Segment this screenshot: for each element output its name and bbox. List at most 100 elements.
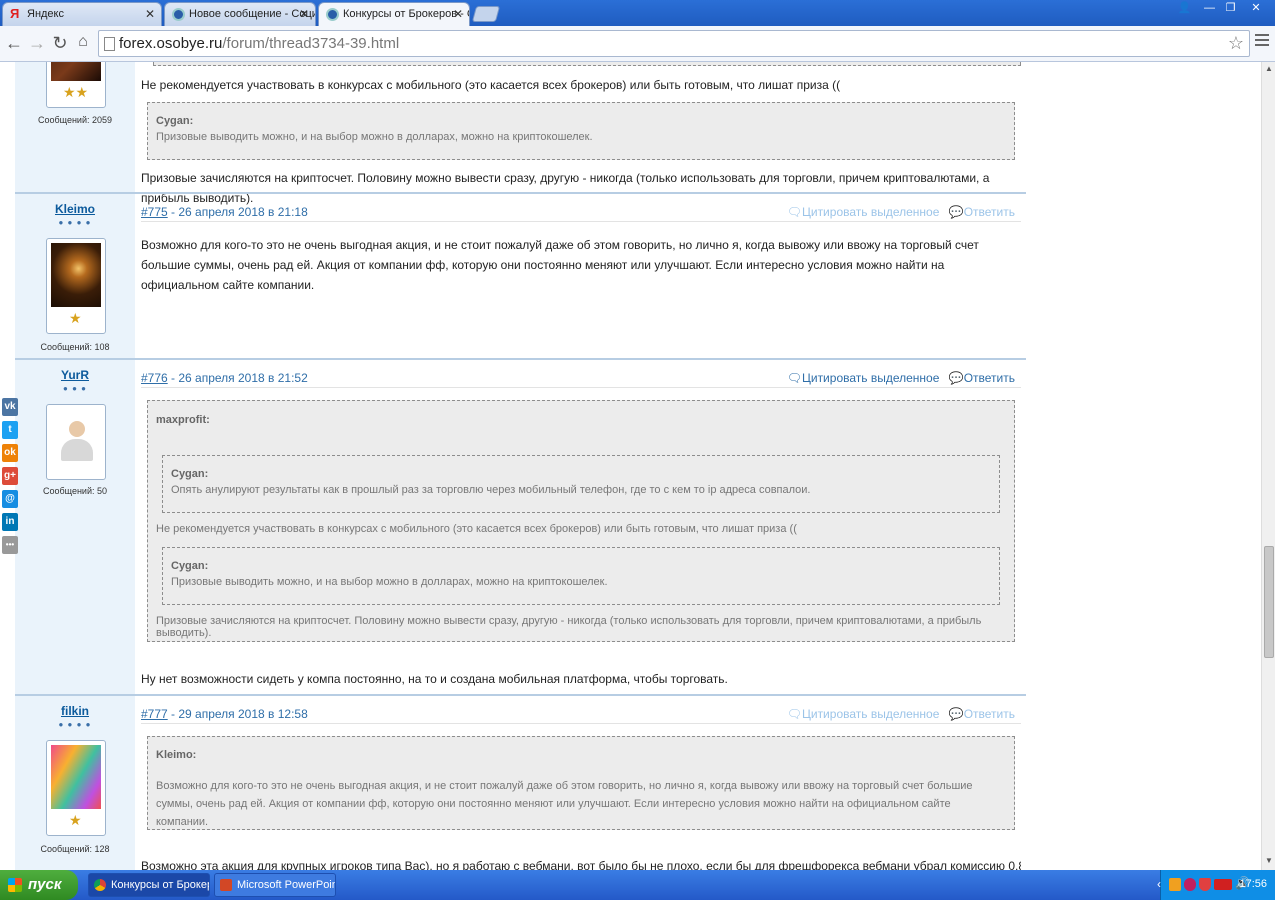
url-host: forex.osobye.ru [119, 35, 223, 52]
rank-dots: ● ● ● [63, 384, 87, 393]
yandex-icon: Я [10, 6, 20, 21]
url-path: /forum/thread3734-39.html [222, 35, 400, 52]
avatar[interactable] [46, 404, 106, 480]
quote-selected-button[interactable]: 🗨Цитировать выделенное [787, 707, 940, 721]
post-actions: 🗨Цитировать выделенное 💬Ответить [781, 371, 1015, 385]
close-icon[interactable]: ✕ [299, 7, 309, 21]
nested-quote-block: Cygan: Опять анулируют результаты как в … [162, 455, 1000, 513]
message-count: Сообщений: 108 [40, 342, 110, 352]
chrome-icon [94, 879, 106, 891]
star-icon: ★ [69, 310, 82, 326]
post-number-link[interactable]: #777 [141, 707, 168, 721]
post-text: Не рекомендуется участвовать в конкурсах… [141, 78, 841, 92]
tray-app-icon[interactable] [1184, 878, 1196, 891]
star-icon: ★★ [63, 84, 89, 100]
minimize-button[interactable]: — [1198, 1, 1221, 17]
username[interactable]: Kleimo [15, 202, 135, 216]
quote-selected-label: Цитировать выделенное [801, 371, 940, 385]
reply-label: Ответить [963, 371, 1015, 385]
quote-block: maxprofit: Cygan: Опять анулируют резуль… [147, 400, 1015, 642]
menu-icon[interactable] [1255, 34, 1269, 49]
ok-share-icon[interactable]: ok [2, 444, 18, 462]
close-icon[interactable]: ✕ [145, 7, 155, 21]
quote-author: Cygan: [156, 115, 194, 127]
windows-logo-icon [8, 878, 22, 892]
start-button[interactable]: пуск [0, 870, 78, 900]
forward-button[interactable]: → [26, 33, 48, 54]
address-bar[interactable]: forex.osobye.ru/forum/thread3734-39.html… [98, 30, 1250, 57]
tab-title: Яндекс [27, 8, 64, 20]
twitter-share-icon[interactable]: t [2, 421, 18, 439]
bookmark-star-icon[interactable]: ☆ [1228, 33, 1244, 54]
quote-text: Призовые выводить можно, и на выбор можн… [171, 576, 608, 588]
quote-block: Cygan: Призовые выводить можно, и на выб… [147, 102, 1015, 160]
vk-share-icon[interactable]: vk [2, 398, 18, 416]
post-number-link[interactable]: #775 [141, 205, 168, 219]
close-icon[interactable]: ✕ [453, 7, 463, 21]
avatar-image [51, 243, 101, 307]
user-icon[interactable]: 👤 [1173, 1, 1196, 17]
avatar[interactable]: ★★ [46, 62, 106, 108]
windows-taskbar: пуск Конкурсы от Брокер... Microsoft Pow… [0, 870, 1275, 900]
reply-button[interactable]: 💬Ответить [949, 205, 1015, 219]
browser-toolbar: ← → ↻ ⌂ forex.osobye.ru/forum/thread3734… [0, 26, 1275, 62]
avatar[interactable]: ★ [46, 740, 106, 836]
tab-new-message[interactable]: Новое сообщение - Социал ✕ [164, 2, 316, 26]
more-share-icon[interactable]: ••• [2, 536, 18, 554]
taskbar-item-chrome[interactable]: Конкурсы от Брокер... [88, 873, 210, 897]
tray-shield-icon[interactable] [1199, 878, 1211, 891]
tab-contests[interactable]: Конкурсы от Брокеров - Со ✕ [318, 2, 470, 26]
scrollbar-thumb[interactable] [1264, 546, 1274, 658]
taskbar-item-label: Конкурсы от Брокер... [111, 879, 209, 891]
reply-button[interactable]: 💬Ответить [949, 707, 1015, 721]
default-avatar-body [61, 439, 93, 461]
post-header: #776 - 26 апреля 2018 в 21:52 🗨Цитироват… [141, 368, 1021, 388]
default-avatar-icon [69, 421, 85, 437]
tab-title: Конкурсы от Брокеров - Со [343, 8, 470, 20]
close-window-button[interactable]: ✕ [1242, 1, 1270, 17]
back-button[interactable]: ← [3, 33, 25, 54]
post-number-link[interactable]: #776 [141, 371, 168, 385]
clock: 17:56 [1239, 878, 1267, 890]
quote-block: Kleimo: Возможно для кого-то это не очен… [147, 736, 1015, 830]
taskbar-item-label: Microsoft PowerPoint ... [237, 879, 336, 891]
post-actions: 🗨Цитировать выделенное 💬Ответить [781, 205, 1015, 219]
avatar[interactable]: ★ [46, 238, 106, 334]
new-tab-button[interactable] [471, 6, 501, 22]
post-date: - 26 апреля 2018 в 21:52 [167, 371, 308, 385]
quote-tail [153, 62, 1021, 66]
googleplus-share-icon[interactable]: g+ [2, 467, 18, 485]
quote-selected-button[interactable]: 🗨Цитировать выделенное [787, 371, 940, 385]
reply-button[interactable]: 💬Ответить [949, 371, 1015, 385]
mail-share-icon[interactable]: @ [2, 490, 18, 508]
post-date: - 29 апреля 2018 в 12:58 [167, 707, 308, 721]
tray-expand-icon[interactable]: ‹ [1157, 877, 1161, 891]
username[interactable]: filkin [15, 704, 135, 718]
username[interactable]: YurR [15, 368, 135, 382]
scroll-down-arrow[interactable]: ▼ [1265, 856, 1273, 865]
post-header: #775 - 26 апреля 2018 в 21:18 🗨Цитироват… [141, 202, 1021, 222]
reload-button[interactable]: ↻ [49, 33, 71, 54]
quote-selected-button[interactable]: 🗨Цитировать выделенное [787, 205, 940, 219]
scroll-up-arrow[interactable]: ▲ [1265, 64, 1273, 73]
browser-tabstrip: Я Яндекс ✕ Новое сообщение - Социал ✕ Ко… [0, 0, 1275, 26]
vertical-scrollbar[interactable]: ▲ ▼ [1261, 62, 1275, 870]
quote-text: Призовые выводить можно, и на выбор можн… [156, 131, 593, 143]
tray-antivirus-icon[interactable] [1214, 879, 1232, 890]
taskbar-item-powerpoint[interactable]: Microsoft PowerPoint ... [214, 873, 336, 897]
tray-app-icon[interactable] [1169, 878, 1181, 891]
quote-text: Опять анулируют результаты как в прошлый… [171, 484, 811, 496]
tab-yandex[interactable]: Я Яндекс ✕ [2, 2, 162, 26]
home-button[interactable]: ⌂ [72, 33, 94, 51]
rank-dots: ● ● ● ● [58, 218, 92, 227]
post-777: filkin ● ● ● ● ★ Сообщений: 128 #777 - 2… [15, 696, 1026, 870]
reply-label: Ответить [963, 205, 1015, 219]
page-viewport: ★★ Сообщений: 2059 Не рекомендуется учас… [0, 62, 1261, 870]
site-icon [172, 8, 185, 21]
reply-label: Ответить [963, 707, 1015, 721]
quote-text: Не рекомендуется участвовать в конкурсах… [156, 523, 797, 535]
restore-button[interactable]: ❐ [1219, 1, 1242, 17]
message-count: Сообщений: 128 [40, 844, 110, 854]
post-date: - 26 апреля 2018 в 21:18 [167, 205, 308, 219]
linkedin-share-icon[interactable]: in [2, 513, 18, 531]
